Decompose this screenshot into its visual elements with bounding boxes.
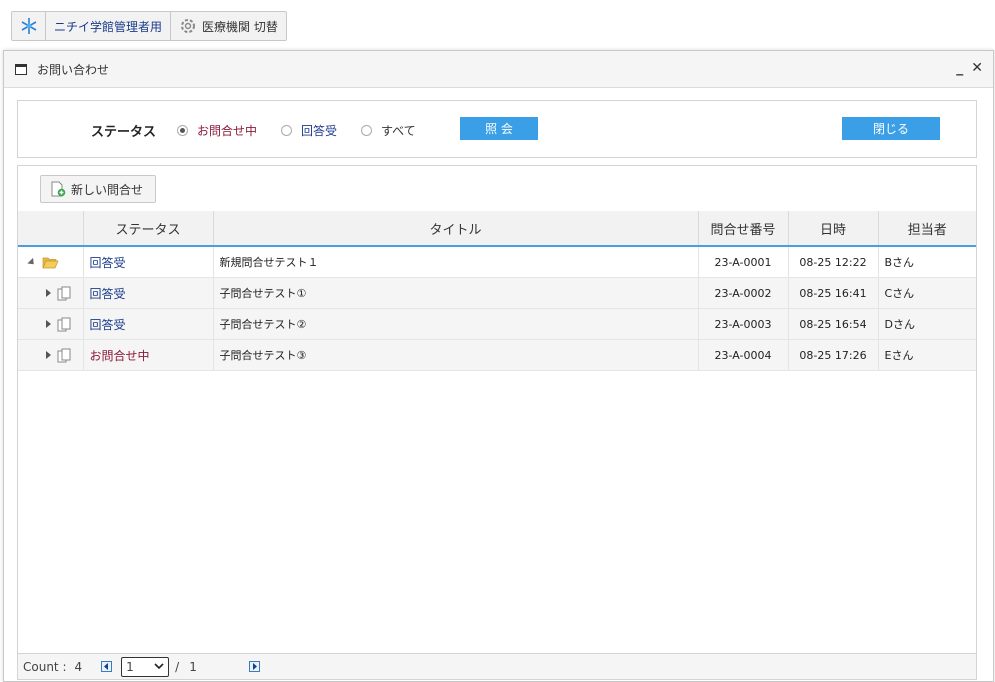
radio-label-answered: 回答受 <box>301 124 338 138</box>
count-value: 4 <box>74 659 83 674</box>
datetime-cell: 08-25 12:22 <box>788 246 879 278</box>
snowflake-icon <box>21 18 36 34</box>
previous-page-button[interactable] <box>101 661 113 672</box>
status-cell: 回答受 <box>83 246 214 278</box>
column-header-status[interactable]: ステータス <box>83 211 214 247</box>
assignee-cell: Cさん <box>878 277 976 309</box>
title-cell: 子問合せテスト② <box>213 308 699 340</box>
page-select[interactable]: 1 <box>121 656 170 677</box>
tree-cell <box>18 308 84 340</box>
column-header-datetime[interactable]: 日時 <box>788 211 879 247</box>
tree-cell <box>18 339 84 371</box>
radio-label-all: すべて <box>381 124 416 138</box>
expand-arrow-icon[interactable] <box>46 289 51 297</box>
minimize-button[interactable]: _ <box>956 60 963 76</box>
gear-icon <box>181 19 196 33</box>
close-window-button[interactable]: ✕ <box>971 60 983 76</box>
title-cell: 子問合せテスト① <box>213 277 699 309</box>
tree-cell <box>18 277 84 309</box>
table-row[interactable]: 回答受 子問合せテスト② 23-A-0003 08-25 16:54 Dさん <box>18 308 976 340</box>
arrow-left-icon <box>104 663 109 670</box>
count-label: Count : <box>23 659 67 674</box>
copy-icon <box>57 317 71 331</box>
number-cell: 23-A-0003 <box>698 308 789 340</box>
chevron-down-icon <box>154 663 164 670</box>
folder-open-icon <box>42 257 59 268</box>
new-inquiry-button[interactable]: 新しい問合せ <box>40 175 156 203</box>
number-cell: 23-A-0002 <box>698 277 789 309</box>
total-pages: 1 <box>189 659 197 674</box>
datetime-cell: 08-25 17:26 <box>788 339 879 371</box>
datetime-cell: 08-25 16:54 <box>788 308 879 340</box>
page-separator: / <box>175 659 180 674</box>
window-titlebar[interactable]: お問い合わせ _ ✕ <box>4 51 993 88</box>
top-toolbar: ニチイ学館管理者用 医療機関 切替 <box>11 11 287 41</box>
assignee-cell: Bさん <box>878 246 976 278</box>
copy-icon <box>57 348 71 362</box>
inquiry-table: ステータス タイトル 問合せ番号 日時 担当者 回答受 新規問合せテスト１ 23… <box>18 211 976 371</box>
close-button[interactable]: 閉じる <box>842 117 940 140</box>
search-button[interactable]: 照 会 <box>460 117 538 140</box>
title-cell: 新規問合せテスト１ <box>213 246 699 278</box>
column-header-tree <box>18 211 84 247</box>
next-page-button[interactable] <box>248 661 260 672</box>
collapse-arrow-icon[interactable] <box>27 257 37 267</box>
filter-panel: ステータス お問合せ中 回答受 すべて 照 会 閉じる <box>17 100 977 158</box>
expand-arrow-icon[interactable] <box>46 351 51 359</box>
status-cell: お問合せ中 <box>83 339 214 371</box>
radio-inquiring[interactable]: お問合せ中 <box>177 122 257 139</box>
tree-cell <box>18 246 84 278</box>
column-header-number[interactable]: 問合せ番号 <box>698 211 789 247</box>
table-row[interactable]: 回答受 新規問合せテスト１ 23-A-0001 08-25 12:22 Bさん <box>18 246 976 278</box>
assignee-cell: Eさん <box>878 339 976 371</box>
radio-dot[interactable] <box>177 125 188 136</box>
window-controls: _ ✕ <box>956 60 983 76</box>
radio-label-inquiring: お問合せ中 <box>197 124 258 138</box>
inquiry-grid-panel: 新しい問合せ ステータス タイトル 問合せ番号 日時 担当者 回答受 新規問合せ… <box>17 165 977 680</box>
assignee-cell: Dさん <box>878 308 976 340</box>
table-row[interactable]: 回答受 子問合せテスト① 23-A-0002 08-25 16:41 Cさん <box>18 277 976 309</box>
arrow-right-icon <box>252 663 257 670</box>
status-filter-label: ステータス <box>91 125 157 140</box>
new-inquiry-label: 新しい問合せ <box>71 182 144 197</box>
inquiry-window: お問い合わせ _ ✕ ステータス お問合せ中 回答受 すべて 照 会 閉じる 新… <box>3 50 994 682</box>
column-header-assignee[interactable]: 担当者 <box>878 211 976 247</box>
app-logo[interactable] <box>12 12 46 40</box>
window-icon <box>15 63 27 75</box>
datetime-cell: 08-25 16:41 <box>788 277 879 309</box>
window-title: お問い合わせ <box>37 62 110 77</box>
new-document-icon <box>51 181 66 197</box>
title-cell: 子問合せテスト③ <box>213 339 699 371</box>
switch-institution-label: 医療機関 切替 <box>202 19 278 34</box>
table-row[interactable]: お問合せ中 子問合せテスト③ 23-A-0004 08-25 17:26 Eさん <box>18 339 976 371</box>
page-select-value: 1 <box>126 659 134 674</box>
table-header-row: ステータス タイトル 問合せ番号 日時 担当者 <box>18 211 976 247</box>
number-cell: 23-A-0001 <box>698 246 789 278</box>
pager-bar: Count : 4 1 / 1 <box>18 653 976 679</box>
radio-all[interactable]: すべて <box>361 122 416 139</box>
switch-institution-button[interactable]: 医療機関 切替 <box>171 12 286 40</box>
status-cell: 回答受 <box>83 308 214 340</box>
number-cell: 23-A-0004 <box>698 339 789 371</box>
radio-dot[interactable] <box>281 125 292 136</box>
status-cell: 回答受 <box>83 277 214 309</box>
expand-arrow-icon[interactable] <box>46 320 51 328</box>
organization-label[interactable]: ニチイ学館管理者用 <box>46 12 172 40</box>
organization-name: ニチイ学館管理者用 <box>54 19 163 34</box>
copy-icon <box>57 286 71 300</box>
radio-dot[interactable] <box>361 125 372 136</box>
radio-answered[interactable]: 回答受 <box>281 122 337 139</box>
column-header-title[interactable]: タイトル <box>213 211 699 247</box>
